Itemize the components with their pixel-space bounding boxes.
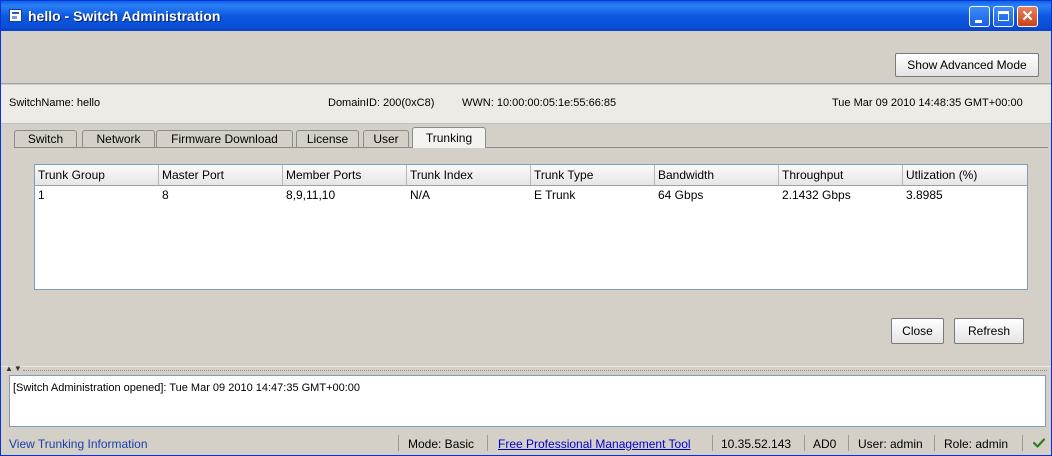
tab-user[interactable]: User <box>363 130 409 147</box>
cell-master-port: 8 <box>162 188 169 202</box>
switch-wwn: WWN: 10:00:00:05:1e:55:66:85 <box>462 97 617 109</box>
window-close-button[interactable]: ✕ <box>1017 6 1038 27</box>
pane-splitter[interactable]: ▲▼ <box>1 365 1051 375</box>
status-separator <box>934 435 935 451</box>
log-message: [Switch Administration opened]: Tue Mar … <box>13 382 361 394</box>
splitter-grip <box>23 370 1047 372</box>
status-bar: View Trunking Information Mode: Basic Fr… <box>1 431 1051 455</box>
status-separator <box>487 435 488 451</box>
cell-throughput: 2.1432 Gbps <box>782 188 851 202</box>
event-log-panel[interactable]: [Switch Administration opened]: Tue Mar … <box>9 375 1046 427</box>
maximize-icon <box>998 11 1009 21</box>
status-separator <box>1022 435 1023 451</box>
check-icon <box>1033 438 1045 448</box>
toolbar: Show Advanced Mode <box>1 31 1051 84</box>
tab-trunking[interactable]: Trunking <box>412 127 486 148</box>
refresh-button[interactable]: Refresh <box>954 318 1024 344</box>
status-admin-domain: AD0 <box>813 437 837 451</box>
cell-trunk-type: E Trunk <box>534 188 576 202</box>
switch-name: SwitchName: hello <box>9 97 101 109</box>
maximize-button[interactable] <box>993 6 1014 27</box>
cell-trunk-group: 1 <box>38 188 45 202</box>
domain-id: DomainID: 200(0xC8) <box>328 97 435 109</box>
column-header-utilization[interactable]: Utlization (%) <box>903 165 1027 185</box>
cell-trunk-index: N/A <box>410 188 431 202</box>
minimize-button[interactable] <box>969 6 990 27</box>
show-advanced-mode-button[interactable]: Show Advanced Mode <box>895 53 1039 77</box>
switch-datetime: Tue Mar 09 2010 14:48:35 GMT+00:00 <box>832 97 1023 109</box>
status-separator <box>712 435 713 451</box>
status-user: User: admin <box>858 437 923 451</box>
title-bar[interactable]: hello - Switch Administration ✕ <box>1 1 1051 31</box>
cell-bandwidth: 64 Gbps <box>658 188 704 202</box>
column-header-trunk-type[interactable]: Trunk Type <box>531 165 655 185</box>
trunking-table[interactable]: Trunk Group Master Port Member Ports Tru… <box>34 164 1028 290</box>
column-header-trunk-group[interactable]: Trunk Group <box>35 165 159 185</box>
cell-member-ports: 8,9,11,10 <box>286 188 336 202</box>
column-header-throughput[interactable]: Throughput <box>779 165 903 185</box>
status-separator <box>804 435 805 451</box>
management-tool-link[interactable]: Free Professional Management Tool <box>498 437 691 451</box>
table-header: Trunk Group Master Port Member Ports Tru… <box>35 165 1027 186</box>
window-title: hello - Switch Administration <box>28 8 221 24</box>
close-button[interactable]: Close <box>891 318 944 344</box>
tab-switch[interactable]: Switch <box>14 130 77 147</box>
trunking-panel: Trunk Group Master Port Member Ports Tru… <box>14 147 1048 365</box>
tab-bar: Switch Network Firmware Download License… <box>1 127 1051 148</box>
tab-license[interactable]: License <box>296 130 359 147</box>
status-separator <box>398 435 399 451</box>
cell-utilization: 3.8985 <box>906 188 943 202</box>
column-header-member-ports[interactable]: Member Ports <box>283 165 407 185</box>
column-header-trunk-index[interactable]: Trunk Index <box>407 165 531 185</box>
column-header-bandwidth[interactable]: Bandwidth <box>655 165 779 185</box>
table-row[interactable]: 1 8 8,9,11,10 N/A E Trunk 64 Gbps 2.1432… <box>35 186 1027 205</box>
app-window-icon <box>9 9 22 22</box>
minimize-icon <box>975 20 982 23</box>
tab-network[interactable]: Network <box>82 130 155 147</box>
status-separator <box>848 435 849 451</box>
status-mode: Mode: Basic <box>408 437 475 451</box>
splitter-arrows-icon[interactable]: ▲▼ <box>5 365 23 373</box>
switch-admin-window: hello - Switch Administration ✕ Show Adv… <box>0 0 1052 456</box>
column-header-master-port[interactable]: Master Port <box>159 165 283 185</box>
view-trunking-info-link[interactable]: View Trunking Information <box>9 437 148 451</box>
status-role: Role: admin <box>944 437 1009 451</box>
status-ip-address: 10.35.52.143 <box>721 437 792 451</box>
tab-firmware-download[interactable]: Firmware Download <box>156 130 293 147</box>
switch-info-bar: SwitchName: hello DomainID: 200(0xC8) WW… <box>1 85 1051 124</box>
